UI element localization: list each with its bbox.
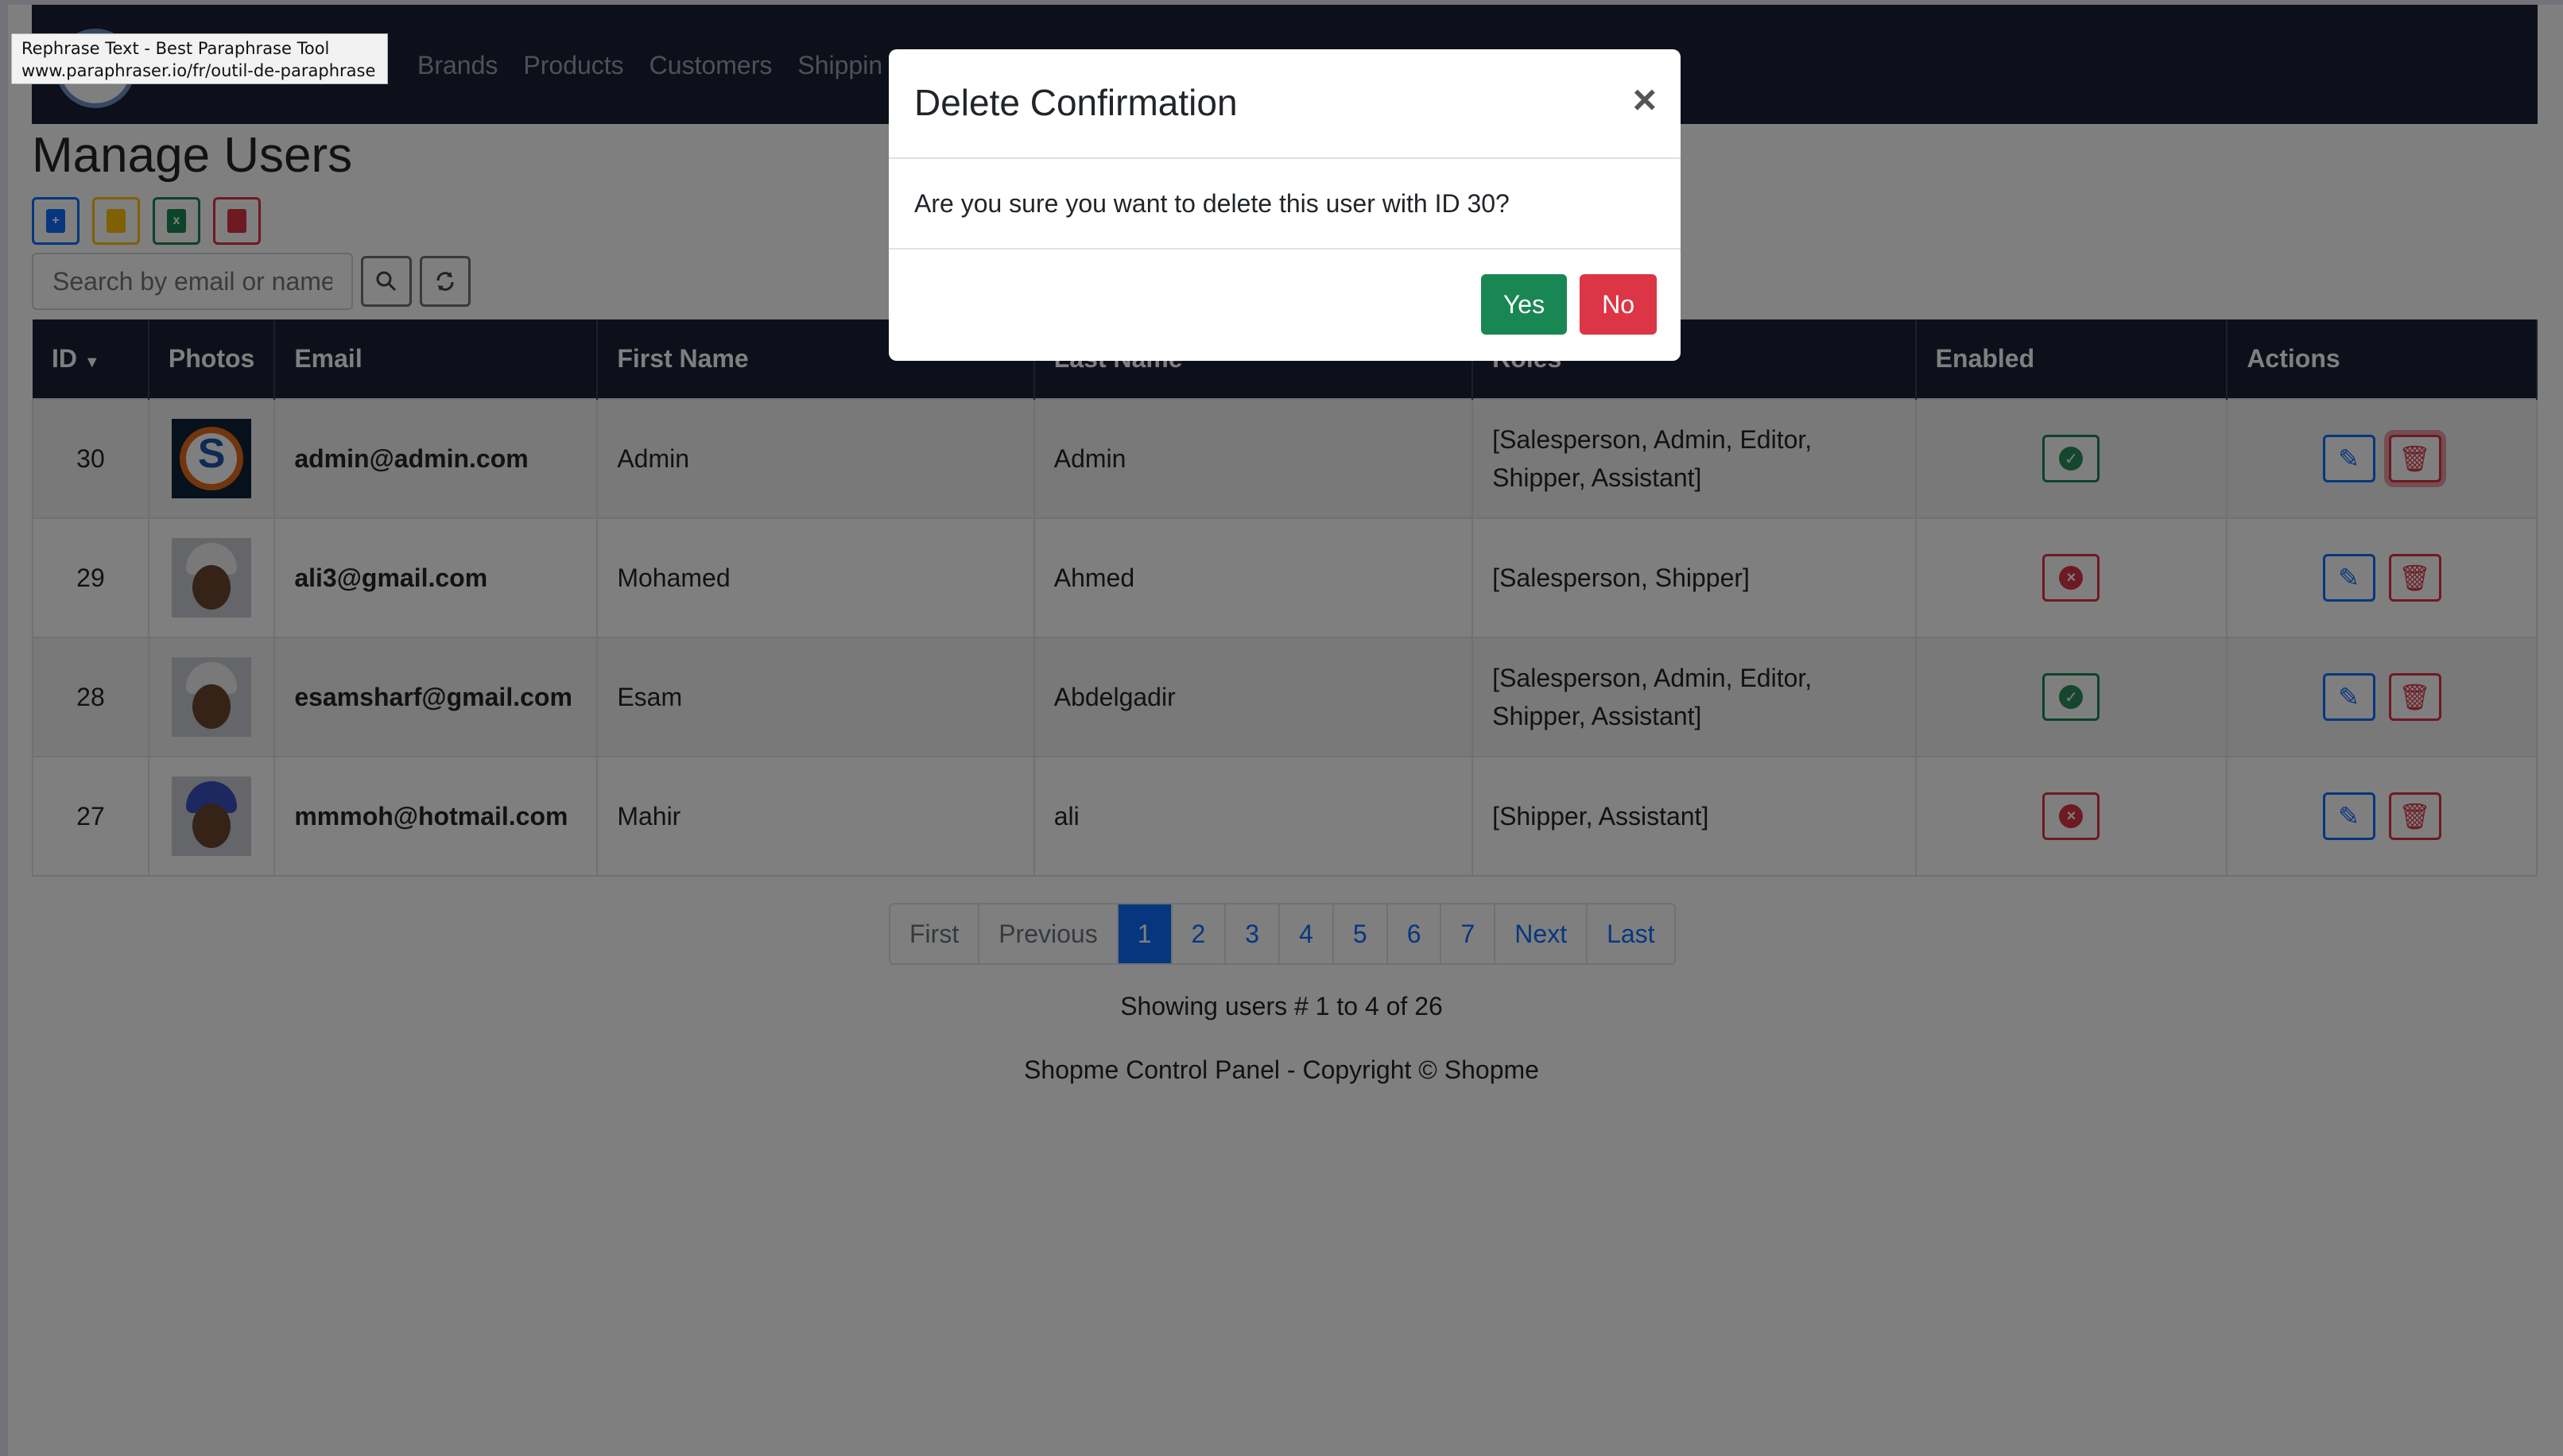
tooltip-title: Rephrase Text - Best Paraphrase Tool [21, 39, 330, 58]
no-button[interactable]: No [1580, 274, 1657, 335]
modal-footer: Yes No [889, 250, 1681, 359]
delete-confirmation-modal: Delete Confirmation × Are you sure you w… [889, 49, 1681, 361]
close-icon[interactable]: × [1633, 76, 1657, 124]
modal-body: Are you sure you want to delete this use… [889, 159, 1681, 250]
tooltip-url: www.paraphraser.io/fr/outil-de-paraphras… [21, 61, 376, 80]
browser-tooltip: Rephrase Text - Best Paraphrase Tool www… [11, 33, 388, 84]
modal-title: Delete Confirmation [914, 82, 1238, 123]
modal-header: Delete Confirmation × [889, 49, 1681, 159]
yes-button[interactable]: Yes [1480, 274, 1568, 335]
